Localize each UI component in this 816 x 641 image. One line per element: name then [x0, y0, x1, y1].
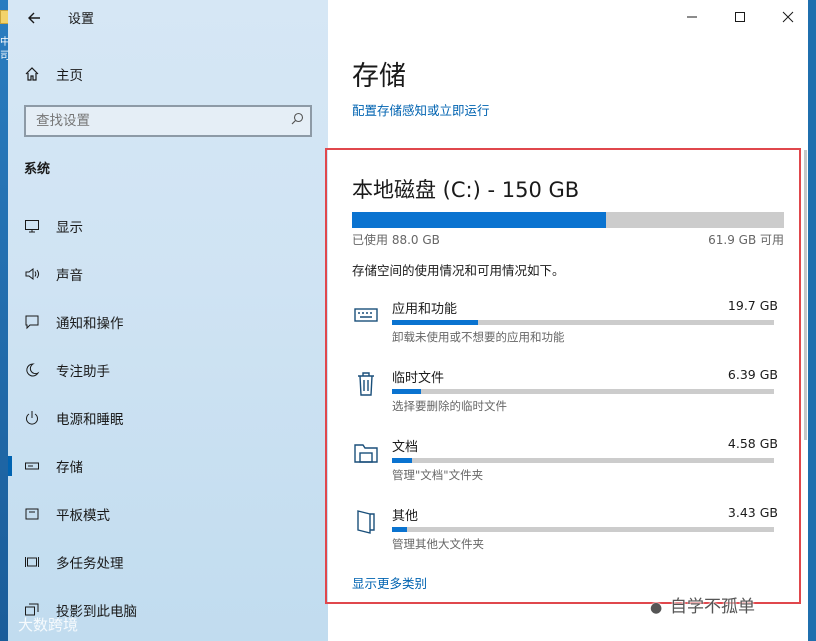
category-description: 选择要删除的临时文件	[392, 399, 507, 413]
sidebar-item-home[interactable]: 主页	[8, 56, 328, 92]
power-icon	[8, 410, 56, 426]
sidebar-item-multitasking[interactable]: 多任务处理	[8, 544, 328, 580]
sidebar-item-label: 专注助手	[56, 364, 110, 380]
sidebar-item-label: 平板模式	[56, 508, 110, 524]
maximize-icon	[735, 12, 745, 22]
home-icon	[8, 66, 56, 82]
category-size: 19.7 GB	[727, 298, 778, 313]
tablet-icon	[8, 506, 56, 522]
disk-free-label: 61.9 GB 可用	[708, 233, 784, 247]
show-more-categories-link[interactable]: 显示更多类别	[352, 573, 427, 592]
category-bar-fill	[392, 527, 408, 532]
search-box[interactable]	[24, 105, 312, 137]
disk-usage-fill	[352, 212, 606, 228]
wechat-icon: ●	[650, 600, 663, 616]
category-size: 4.58 GB	[727, 436, 778, 451]
monitor-icon	[8, 218, 56, 234]
sidebar: 设置 主页 系统 显示 声音	[8, 0, 328, 641]
scrollbar[interactable]	[804, 150, 807, 440]
moon-icon	[8, 362, 56, 378]
arrow-left-icon	[28, 12, 40, 24]
multitask-icon	[8, 554, 56, 570]
sidebar-item-label: 主页	[56, 68, 83, 84]
main-content: 存储 配置存储感知或立即运行 本地磁盘 (C:) - 150 GB 已使用 88…	[325, 0, 808, 641]
category-size: 6.39 GB	[727, 367, 778, 382]
minimize-icon	[687, 16, 697, 18]
storage-description: 存储空间的使用情况和可用情况如下。	[352, 263, 565, 278]
disk-usage-bar	[352, 212, 784, 228]
storage-icon	[8, 458, 56, 474]
folder-icon	[352, 438, 380, 468]
category-temp-files[interactable]: 临时文件 6.39 GB 选择要删除的临时文件	[352, 367, 778, 423]
sidebar-item-tablet-mode[interactable]: 平板模式	[8, 496, 328, 532]
watermark-right: ● 自学不孤单	[650, 592, 755, 617]
sidebar-item-label: 声音	[56, 268, 83, 284]
trash-icon	[352, 369, 380, 399]
category-bar-fill	[392, 389, 421, 394]
page-title: 存储	[352, 61, 406, 92]
category-bar	[392, 458, 774, 463]
category-bar	[392, 389, 774, 394]
category-description: 卸载未使用或不想要的应用和功能	[392, 330, 565, 344]
sidebar-item-storage[interactable]: 存储	[8, 448, 328, 484]
category-apps[interactable]: 应用和功能 19.7 GB 卸载未使用或不想要的应用和功能	[352, 298, 778, 354]
category-size: 3.43 GB	[727, 505, 778, 520]
disk-used-label: 已使用 88.0 GB	[352, 233, 440, 247]
other-folder-icon	[352, 507, 380, 537]
category-name: 应用和功能	[392, 302, 458, 317]
category-name: 临时文件	[392, 371, 445, 386]
category-documents[interactable]: 文档 4.58 GB 管理"文档"文件夹	[352, 436, 778, 492]
sidebar-item-display[interactable]: 显示	[8, 208, 328, 244]
sidebar-item-label: 显示	[56, 220, 83, 236]
category-name: 其他	[392, 509, 419, 524]
search-input[interactable]	[26, 107, 276, 135]
keyboard-icon	[352, 300, 380, 330]
category-other[interactable]: 其他 3.43 GB 管理其他大文件夹	[352, 505, 778, 561]
watermark-left: 大数跨境	[18, 616, 79, 634]
sidebar-item-power[interactable]: 电源和睡眠	[8, 400, 328, 436]
close-icon	[782, 11, 794, 23]
configure-storage-sense-link[interactable]: 配置存储感知或立即运行	[352, 100, 490, 119]
maximize-button[interactable]	[716, 0, 764, 34]
category-description: 管理其他大文件夹	[392, 537, 484, 551]
category-name: 文档	[392, 440, 419, 455]
category-description: 管理"文档"文件夹	[392, 468, 484, 482]
category-bar-fill	[392, 320, 478, 325]
sidebar-item-label: 存储	[56, 460, 83, 476]
app-title: 设置	[68, 12, 95, 27]
sidebar-item-notifications[interactable]: 通知和操作	[8, 304, 328, 340]
sidebar-item-label: 多任务处理	[56, 556, 124, 572]
sidebar-item-sound[interactable]: 声音	[8, 256, 328, 292]
sidebar-item-label: 电源和睡眠	[56, 412, 124, 428]
speaker-icon	[8, 266, 56, 282]
search-icon	[291, 112, 304, 129]
sidebar-item-focus-assist[interactable]: 专注助手	[8, 352, 328, 388]
category-bar-fill	[392, 458, 413, 463]
category-bar	[392, 527, 774, 532]
sidebar-item-label: 通知和操作	[56, 316, 124, 332]
minimize-button[interactable]	[668, 0, 716, 34]
watermark-right-text: 自学不孤单	[670, 597, 755, 617]
close-button[interactable]	[764, 0, 808, 34]
sidebar-group-label: 系统	[24, 162, 51, 177]
disk-title: 本地磁盘 (C:) - 150 GB	[352, 178, 580, 202]
category-bar	[392, 320, 774, 325]
settings-window: 设置 主页 系统 显示 声音	[8, 0, 808, 641]
notification-icon	[8, 314, 56, 330]
back-button[interactable]	[20, 4, 48, 32]
